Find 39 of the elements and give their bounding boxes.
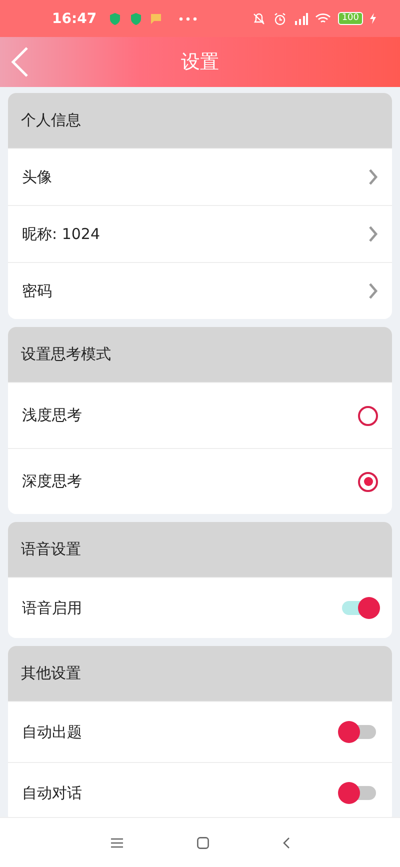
shield-icon: [128, 12, 143, 26]
chevron-icon: [368, 225, 378, 243]
settings-row[interactable]: 密码: [8, 262, 392, 319]
row-label: 自动对话: [22, 784, 82, 802]
settings-row[interactable]: 浅度思考: [8, 382, 392, 448]
section-title: 语音设置: [21, 540, 81, 559]
shield-icon: [108, 12, 122, 26]
alarm-icon: [272, 12, 287, 26]
chevron-icon: [368, 282, 378, 300]
settings-row[interactable]: 昵称: 1024: [8, 205, 392, 262]
status-time: 16:47: [52, 10, 97, 26]
charging-icon: [370, 13, 376, 24]
wifi-icon: [314, 12, 331, 24]
home-icon[interactable]: [196, 836, 208, 848]
signal-icon: [294, 12, 308, 24]
row-label: 自动出题: [22, 722, 82, 742]
battery-level: 100: [338, 12, 363, 25]
section-title: 个人信息: [21, 111, 81, 130]
row-label: 头像: [22, 168, 52, 186]
page-title: 设置: [181, 50, 219, 75]
settings-row[interactable]: 深度思考: [8, 448, 392, 514]
settings-row[interactable]: 语音启用: [8, 577, 392, 638]
bell-muted-icon: [252, 12, 266, 26]
settings-row[interactable]: 自动出题: [8, 701, 392, 762]
more-icon: [178, 16, 197, 20]
section-title: 其他设置: [21, 664, 81, 683]
row-label: 浅度思考: [22, 406, 82, 425]
message-icon: [150, 12, 162, 24]
row-label: 密码: [22, 282, 52, 300]
section-title: 设置思考模式: [21, 345, 111, 364]
chevron-icon: [368, 168, 378, 186]
row-label: 语音启用: [22, 598, 82, 618]
row-label: 昵称: 1024: [22, 224, 100, 244]
radio-button[interactable]: [358, 406, 378, 426]
settings-row[interactable]: 头像: [8, 148, 392, 205]
row-label: 深度思考: [22, 472, 82, 491]
back-icon[interactable]: [282, 836, 290, 848]
menu-icon[interactable]: [110, 838, 122, 848]
radio-button[interactable]: [358, 472, 378, 492]
